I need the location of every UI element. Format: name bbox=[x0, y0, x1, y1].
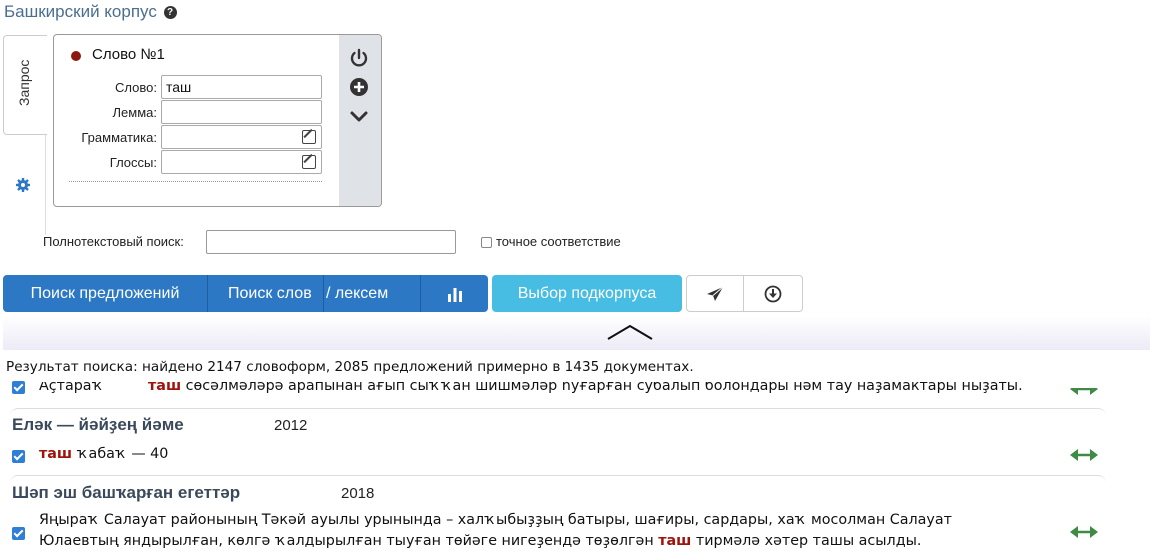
word-query-box: Слово №1 Слово: Лемма: Грамматика: Глосс… bbox=[53, 34, 382, 207]
search-sentences-label: Поиск предложений bbox=[30, 284, 180, 302]
lemma-input[interactable] bbox=[161, 100, 322, 124]
tab-query[interactable]: Запрос bbox=[3, 35, 47, 135]
corpus-title-text: Башкирский корпус bbox=[4, 2, 157, 21]
edit-gloss-icon[interactable] bbox=[302, 155, 316, 169]
hit-word[interactable]: таш bbox=[39, 446, 72, 462]
share-button[interactable] bbox=[686, 275, 744, 312]
paper-plane-icon bbox=[707, 286, 724, 301]
document-year: 2018 bbox=[341, 485, 375, 502]
document-separator bbox=[10, 475, 1106, 483]
expand-context-icon[interactable] bbox=[1070, 382, 1098, 396]
sentence-line: Юлаевтың яндырылған, көлгә ҡалдырылған т… bbox=[39, 533, 922, 549]
field-label-lemma: Лемма: bbox=[112, 105, 157, 120]
field-label-grammar: Грамматика: bbox=[81, 130, 157, 145]
result-sentence: Аҫтараҡ таш сөсәлмәләрә арапынан ағып сы… bbox=[39, 378, 1023, 394]
search-words-button[interactable]: Поиск слов / лексем bbox=[207, 275, 420, 312]
result-sentence: Яңыраҡ Салауат районының Тәкәй ауылы уры… bbox=[39, 510, 952, 552]
document-title[interactable]: Еләк — йәйҙең йәме bbox=[12, 415, 184, 435]
search-lexemes-label: / лексем bbox=[326, 284, 389, 302]
download-circle-icon bbox=[764, 285, 782, 302]
results-list: Аҫтараҡ таш сөсәлмәләрә арапынан ағып сы… bbox=[0, 376, 1150, 555]
result-summary: Результат поиска: найдено 2147 словоформ… bbox=[6, 359, 694, 375]
collapse-band[interactable] bbox=[3, 316, 1150, 350]
result-sentence: таш ҡабаҡ — 40 bbox=[39, 446, 169, 462]
gear-icon[interactable] bbox=[15, 177, 31, 193]
hit-word[interactable]: таш bbox=[148, 382, 181, 394]
field-label-word: Слово: bbox=[115, 80, 157, 95]
question-circle-icon[interactable]: ? bbox=[163, 6, 177, 19]
result-checkbox[interactable] bbox=[12, 450, 25, 463]
sentence-line: Яңыраҡ Салауат районының Тәкәй ауылы уры… bbox=[39, 512, 952, 528]
search-words-divider bbox=[323, 275, 324, 312]
subcorpus-label: Выбор подкорпуса bbox=[517, 284, 657, 302]
subcorpus-button[interactable]: Выбор подкорпуса bbox=[492, 275, 682, 312]
word-header: Слово №1 bbox=[92, 46, 165, 63]
exact-match-label: точное соответствие bbox=[496, 234, 621, 249]
chevron-down-icon[interactable] bbox=[348, 105, 370, 127]
expand-context-icon[interactable] bbox=[1070, 448, 1098, 462]
gloss-input[interactable] bbox=[161, 150, 322, 174]
expand-context-icon[interactable] bbox=[1070, 525, 1098, 539]
search-sentences-button[interactable]: Поиск предложений bbox=[3, 275, 207, 312]
plus-circle-icon[interactable] bbox=[348, 76, 370, 98]
document-year: 2012 bbox=[274, 417, 308, 434]
download-button[interactable] bbox=[744, 275, 803, 312]
hit-word[interactable]: таш bbox=[658, 533, 691, 549]
result-checkbox[interactable] bbox=[12, 381, 25, 394]
exact-match-checkbox[interactable] bbox=[481, 237, 492, 248]
power-icon[interactable] bbox=[348, 47, 370, 69]
field-label-gloss: Глоссы: bbox=[109, 155, 157, 170]
bar-chart-icon bbox=[447, 287, 462, 302]
search-words-label: Поиск слов bbox=[228, 284, 312, 302]
tab-query-label: Запрос bbox=[16, 59, 32, 106]
grammar-input[interactable] bbox=[161, 125, 322, 149]
word-box-sidebar bbox=[339, 35, 381, 206]
word-box-divider bbox=[69, 181, 322, 182]
fulltext-label: Полнотекстовый поиск: bbox=[43, 234, 184, 249]
word-input[interactable] bbox=[161, 75, 322, 99]
statistics-button[interactable] bbox=[420, 275, 488, 312]
word-marker-dot bbox=[71, 51, 81, 61]
fulltext-input[interactable] bbox=[206, 230, 456, 254]
corpus-title: Башкирский корпус ? bbox=[4, 2, 177, 22]
chevron-up-icon[interactable] bbox=[605, 322, 655, 342]
edit-grammar-icon[interactable] bbox=[302, 130, 316, 144]
result-checkbox[interactable] bbox=[12, 527, 25, 540]
document-title[interactable]: Шәп эш башҡарған егеттәр bbox=[12, 483, 240, 503]
